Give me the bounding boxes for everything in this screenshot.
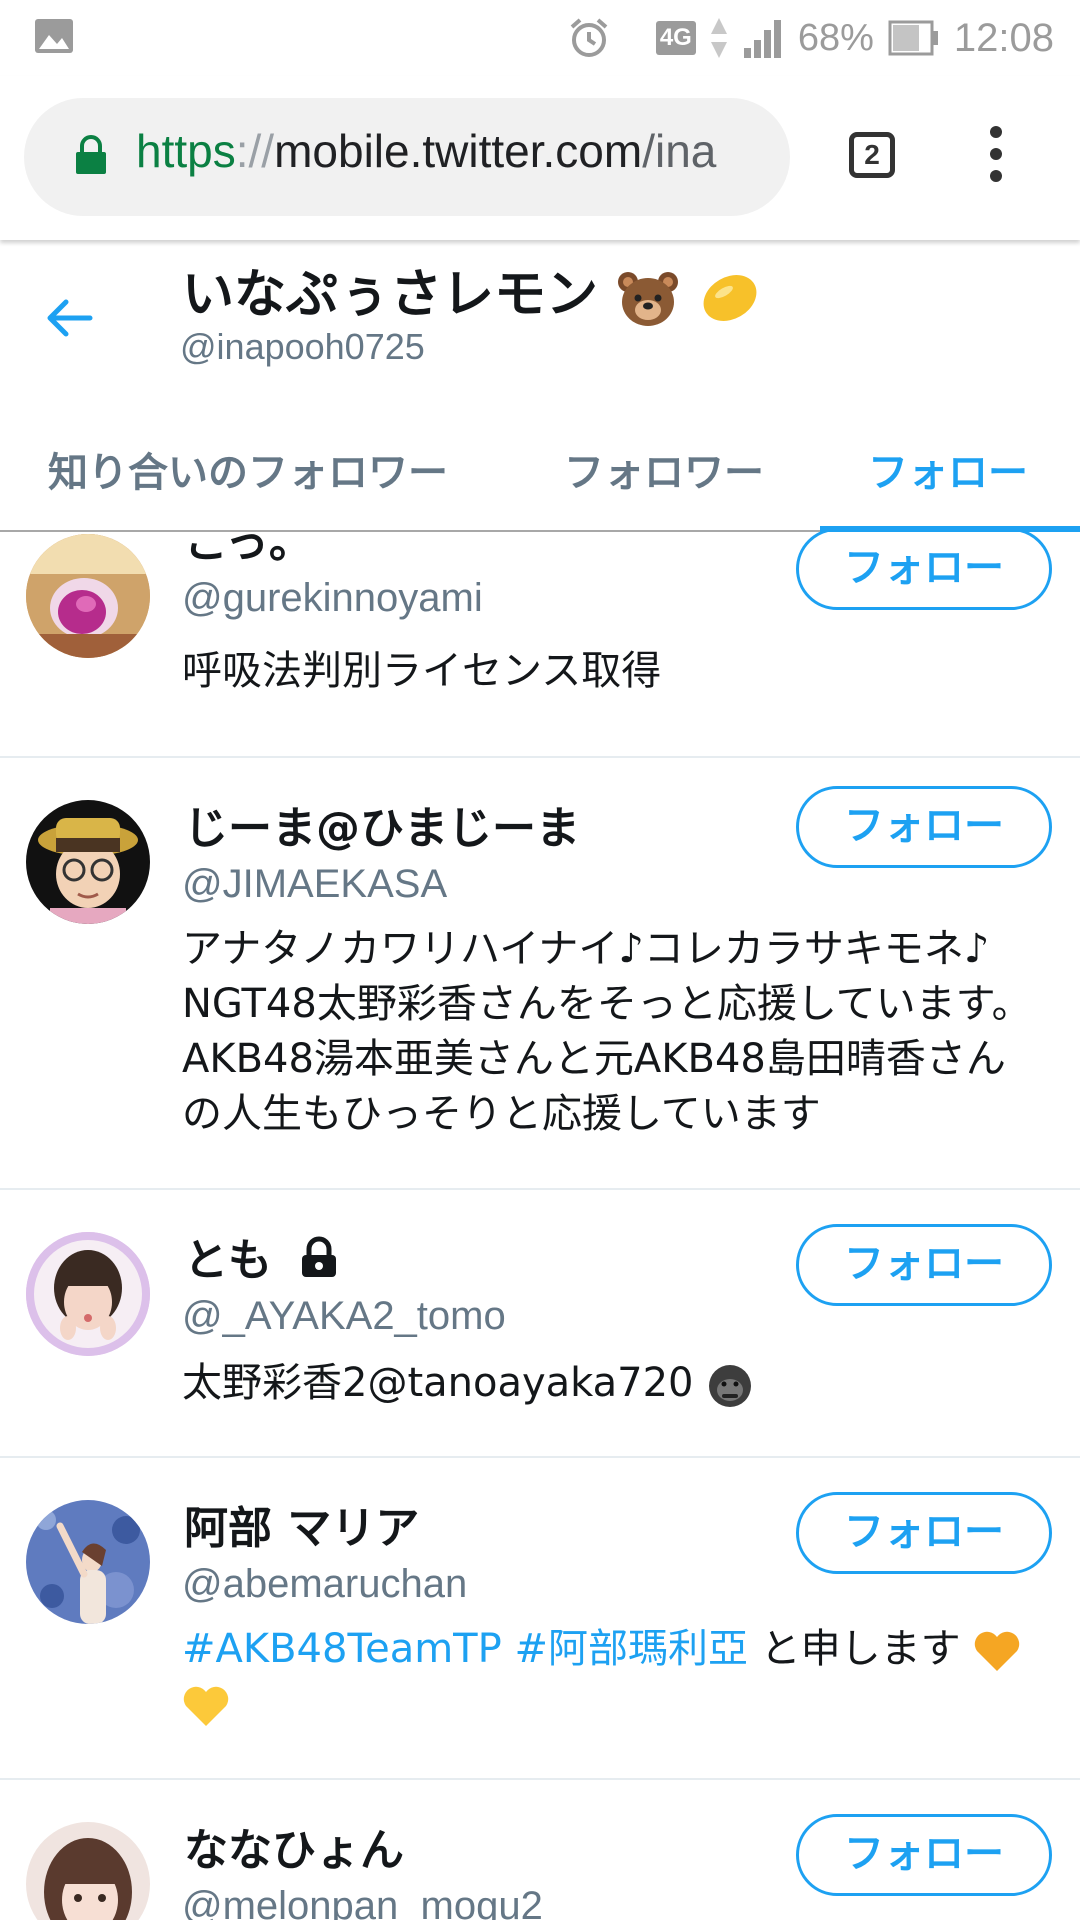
- hashtag-link[interactable]: #阿部瑪利亞: [514, 1626, 748, 1672]
- user-handle: @JIMAEKASA: [182, 862, 448, 906]
- user-handle: @abemaruchan: [182, 1562, 468, 1606]
- profile-name: いなぷぅさレモン: [182, 252, 762, 328]
- list-item[interactable]: ななひょん @melonpan_mogu2 フォロー: [0, 1778, 1080, 1920]
- tab-switcher-button[interactable]: 2: [849, 132, 895, 178]
- hashtag-link[interactable]: #AKB48TeamTP: [182, 1626, 502, 1672]
- list-item[interactable]: じーま@ひまじーま @JIMAEKASA アナタノカワリハイナイ♪コレカラサキモ…: [0, 756, 1080, 1190]
- yellow-heart-icon: [183, 1686, 229, 1726]
- secure-lock-icon: [76, 135, 106, 174]
- follow-button[interactable]: フォロー: [796, 786, 1052, 868]
- tab-bar: 知り合いのフォロワー フォロワー フォロー: [0, 410, 1080, 532]
- follow-button[interactable]: フォロー: [796, 1814, 1052, 1896]
- gallery-notification-icon: [35, 19, 73, 53]
- avatar[interactable]: [26, 1232, 150, 1356]
- alarm-icon: [570, 18, 608, 57]
- user-handle: @_AYAKA2_tomo: [182, 1294, 506, 1338]
- profile-handle: @inapooh0725: [180, 326, 425, 367]
- back-arrow-icon[interactable]: [44, 298, 94, 338]
- user-bio: #AKB48TeamTP #阿部瑪利亞 と申します: [182, 1622, 1042, 1732]
- avatar[interactable]: [26, 800, 150, 924]
- user-name[interactable]: ななひょん: [184, 1814, 404, 1878]
- tab-known-followers[interactable]: 知り合いのフォロワー: [48, 440, 448, 498]
- avatar[interactable]: [26, 534, 150, 658]
- signal-icon: [743, 20, 781, 58]
- user-handle: @melonpan_mogu2: [182, 1884, 543, 1920]
- battery-percent: 68%: [797, 16, 874, 59]
- user-name[interactable]: こっ。: [184, 532, 313, 570]
- tab-following[interactable]: フォロー: [868, 440, 1028, 498]
- battery-icon: [888, 20, 938, 56]
- follow-button[interactable]: フォロー: [796, 532, 1052, 610]
- user-name[interactable]: 阿部 マリア: [184, 1492, 419, 1556]
- user-bio: 呼吸法判別ライセンス取得: [182, 648, 662, 694]
- user-bio: 太野彩香2@tanoayaka720: [182, 1356, 1042, 1411]
- avatar[interactable]: [26, 1500, 150, 1624]
- user-name[interactable]: じーま@ひまじーま: [184, 792, 580, 856]
- follow-button[interactable]: フォロー: [796, 1224, 1052, 1306]
- clock: 12:08: [953, 15, 1054, 60]
- list-item[interactable]: 阿部 マリア @abemaruchan #AKB48TeamTP #阿部瑪利亞 …: [0, 1456, 1080, 1780]
- network-type-badge: 4G: [655, 21, 696, 55]
- list-item[interactable]: とも @_AYAKA2_tomo 太野彩香2@tanoayaka720 フォロー: [0, 1188, 1080, 1458]
- address-bar[interactable]: https://mobile.twitter.com/ina: [24, 98, 790, 216]
- browser-toolbar: https://mobile.twitter.com/ina 2: [0, 76, 1080, 240]
- overflow-menu-button[interactable]: [982, 126, 1010, 186]
- lemon-emoji-icon: [703, 275, 757, 321]
- status-bar: 4G 68% 12:08: [0, 0, 1080, 76]
- avatar[interactable]: [26, 1822, 150, 1920]
- tab-followers[interactable]: フォロワー: [564, 440, 764, 498]
- user-name[interactable]: とも: [184, 1224, 339, 1288]
- gorilla-emoji-icon: [709, 1365, 752, 1407]
- follow-button[interactable]: フォロー: [796, 1492, 1052, 1574]
- list-item[interactable]: こっ。 @gurekinnoyami 呼吸法判別ライセンス取得 フォロー: [0, 532, 1080, 758]
- data-activity-icon: [710, 18, 727, 58]
- following-list: こっ。 @gurekinnoyami 呼吸法判別ライセンス取得 フォロー じーま…: [0, 532, 1080, 1920]
- protected-lock-icon: [302, 1236, 337, 1277]
- profile-header: いなぷぅさレモン @inapooh0725 知り合いのフォロワー フォロワー フ…: [0, 240, 1080, 532]
- user-bio: アナタノカワリハイナイ♪コレカラサキモネ♪ NGT48太野彩香さんをそっと応援し…: [182, 926, 1032, 1137]
- orange-heart-icon: [975, 1631, 1020, 1671]
- bear-emoji-icon: [618, 272, 679, 326]
- url-text[interactable]: https://mobile.twitter.com/ina: [136, 124, 716, 178]
- user-handle: @gurekinnoyami: [182, 576, 483, 620]
